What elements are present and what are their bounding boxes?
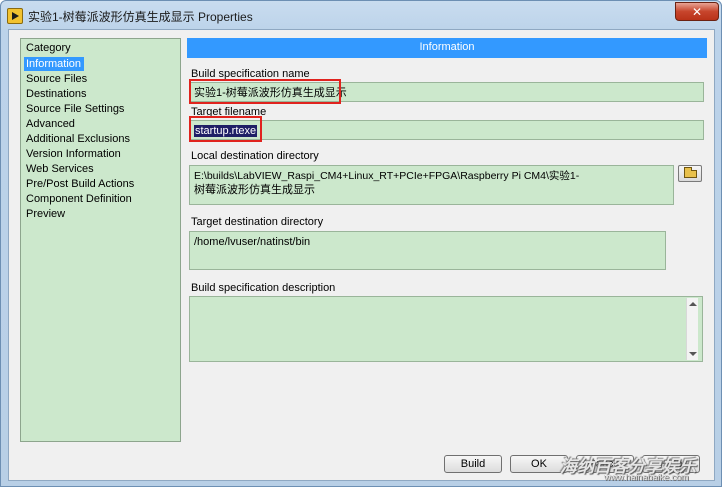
- build-description-textarea[interactable]: [189, 296, 703, 362]
- category-item-version-information[interactable]: Version Information: [24, 147, 121, 161]
- category-item-pre-post-build-actions[interactable]: Pre/Post Build Actions: [24, 177, 134, 191]
- folder-icon: [684, 167, 697, 178]
- help-button[interactable]: Help: [642, 455, 700, 473]
- category-item-source-file-settings[interactable]: Source File Settings: [24, 102, 124, 116]
- category-list: Category Information Source Files Destin…: [20, 38, 181, 442]
- build-description-label: Build specification description: [191, 282, 336, 294]
- category-item-additional-exclusions[interactable]: Additional Exclusions: [24, 132, 130, 146]
- section-header: Information: [187, 38, 707, 58]
- local-destination-line-2: 树莓派波形仿真生成显示: [194, 184, 315, 196]
- watermark-url: www.hainabaike.com: [604, 472, 689, 482]
- local-destination-label: Local destination directory: [191, 150, 319, 162]
- category-item-web-services[interactable]: Web Services: [24, 162, 94, 176]
- category-item-information[interactable]: Information: [24, 57, 84, 71]
- close-button[interactable]: ✕: [675, 2, 719, 21]
- browse-folder-button[interactable]: [678, 165, 702, 182]
- description-scrollbar[interactable]: [686, 298, 698, 360]
- title-bar[interactable]: 实验1-树莓派波形仿真生成显示 Properties ✕: [1, 1, 721, 29]
- local-destination-input[interactable]: E:\builds\LabVIEW_Raspi_CM4+Linux_RT+PCI…: [189, 165, 674, 205]
- cancel-button[interactable]: Cancel: [576, 455, 634, 473]
- build-button[interactable]: Build: [444, 455, 502, 473]
- labview-app-icon: [7, 8, 23, 24]
- annotation-box-target-filename: [189, 116, 262, 142]
- target-destination-label: Target destination directory: [191, 216, 324, 228]
- scroll-down-arrow-icon[interactable]: [689, 352, 697, 356]
- target-destination-input[interactable]: /home/lvuser/natinst/bin: [189, 231, 666, 270]
- dialog-client-area: Category Information Source Files Destin…: [8, 29, 715, 481]
- target-destination-value: /home/lvuser/natinst/bin: [194, 236, 311, 248]
- local-destination-line-1: E:\builds\LabVIEW_Raspi_CM4+Linux_RT+PCI…: [194, 170, 580, 182]
- annotation-box-build-name: [189, 79, 341, 104]
- target-filename-input[interactable]: startup.rtexe: [189, 120, 704, 140]
- ok-button[interactable]: OK: [510, 455, 568, 473]
- properties-window: 实验1-树莓派波形仿真生成显示 Properties ✕ Category In…: [0, 0, 722, 487]
- category-title: Category: [26, 42, 71, 54]
- category-item-component-definition[interactable]: Component Definition: [24, 192, 132, 206]
- category-item-source-files[interactable]: Source Files: [24, 72, 87, 86]
- category-item-advanced[interactable]: Advanced: [24, 117, 84, 131]
- category-item-preview[interactable]: Preview: [24, 207, 84, 221]
- scroll-up-arrow-icon[interactable]: [689, 302, 697, 306]
- window-title: 实验1-树莓派波形仿真生成显示 Properties: [28, 10, 253, 24]
- category-item-destinations[interactable]: Destinations: [24, 87, 87, 101]
